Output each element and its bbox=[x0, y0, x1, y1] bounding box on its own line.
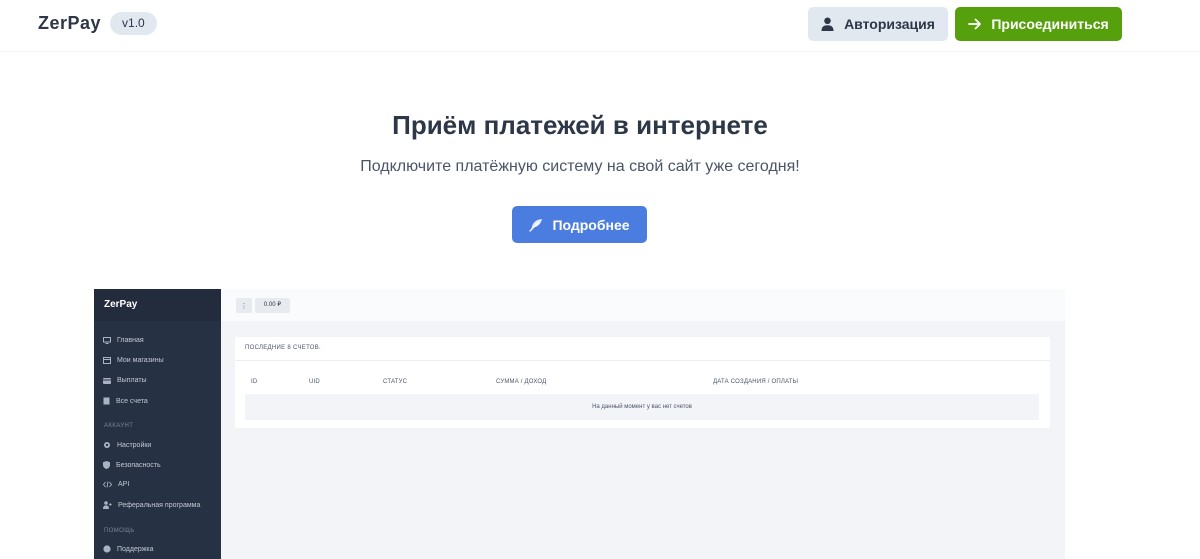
hero-title: Приём платежей в интернете bbox=[392, 110, 768, 140]
user-icon bbox=[821, 17, 834, 31]
preview-nav-label: Реферальная программа bbox=[118, 501, 201, 509]
preview-invoices-card: ПОСЛЕДНИЕ 8 СЧЕТОВ. ID UID СТАТУС СУММА … bbox=[235, 337, 1050, 428]
preview-column-header: UID bbox=[309, 379, 320, 385]
preview-card-title: ПОСЛЕДНИЕ 8 СЧЕТОВ. bbox=[245, 345, 322, 351]
hero-subtitle: Подключите платёжную систему на свой сай… bbox=[360, 158, 800, 175]
preview-nav-label: Все счета bbox=[116, 397, 148, 405]
preview-nav-label: API bbox=[118, 481, 130, 488]
preview-menu-button: ⋮ bbox=[236, 298, 252, 313]
preview-nav-settings: Настройки bbox=[103, 441, 151, 449]
preview-column-header: СУММА / ДОХОД bbox=[496, 379, 547, 385]
gear-icon bbox=[104, 442, 110, 448]
preview-nav-label: Поддержка bbox=[117, 545, 154, 553]
preview-nav-home: Главная bbox=[103, 337, 144, 344]
feather-icon bbox=[529, 218, 543, 232]
join-button-label: Присоединиться bbox=[991, 16, 1109, 32]
top-header: ZerPay v1.0 Авторизация Присоединиться bbox=[0, 0, 1200, 52]
preview-column-header: ДАТА СОЗДАНИЯ / ОПЛАТЫ bbox=[713, 379, 799, 385]
preview-column-header: ID bbox=[251, 379, 258, 385]
preview-nav-stores: Мои магазины bbox=[103, 357, 164, 364]
code-icon bbox=[103, 481, 112, 488]
more-button[interactable]: Подробнее bbox=[512, 206, 647, 243]
shield-icon bbox=[103, 461, 110, 469]
preview-sidebar: ZerPay Главная Мои магазины Выплаты Все … bbox=[94, 289, 221, 559]
preview-nav-referral: Реферальная программа bbox=[103, 501, 200, 509]
preview-balance: 0.00 ₽ bbox=[255, 298, 290, 313]
brand-name[interactable]: ZerPay bbox=[38, 13, 101, 34]
preview-logo: ZerPay bbox=[94, 289, 221, 321]
login-button[interactable]: Авторизация bbox=[808, 7, 948, 41]
preview-nav-api: API bbox=[103, 481, 129, 488]
more-button-label: Подробнее bbox=[552, 216, 630, 233]
version-badge: v1.0 bbox=[110, 12, 157, 35]
monitor-icon bbox=[103, 337, 111, 344]
preview-nav-support: Поддержка bbox=[103, 545, 154, 553]
preview-nav-label: Настройки bbox=[117, 441, 152, 449]
preview-nav-label: Выплаты bbox=[117, 377, 147, 384]
preview-section-help: ПОМОЩЬ bbox=[104, 528, 135, 534]
preview-nav-payouts: Выплаты bbox=[103, 377, 147, 384]
preview-column-header: СТАТУС bbox=[383, 379, 408, 385]
preview-topbar: ⋮ 0.00 ₽ bbox=[221, 289, 1065, 321]
document-icon bbox=[103, 397, 110, 405]
card-icon bbox=[103, 377, 111, 384]
preview-card-divider bbox=[235, 360, 1050, 361]
dashboard-preview: ZerPay Главная Мои магазины Выплаты Все … bbox=[94, 289, 1065, 559]
login-button-label: Авторизация bbox=[844, 16, 935, 32]
preview-nav-label: Мои магазины bbox=[117, 357, 164, 364]
preview-section-account: АККАУНТ bbox=[104, 423, 134, 429]
arrow-right-icon bbox=[968, 18, 982, 30]
preview-nav-security: Безопасность bbox=[103, 461, 161, 469]
store-icon bbox=[103, 357, 111, 364]
preview-empty-state: На данный момент у вас нет счетов bbox=[245, 394, 1039, 420]
brand[interactable]: ZerPay v1.0 bbox=[38, 12, 157, 35]
preview-nav-label: Главная bbox=[117, 337, 144, 344]
preview-nav-label: Безопасность bbox=[116, 461, 161, 469]
preview-nav-invoices: Все счета bbox=[103, 397, 148, 405]
support-icon bbox=[103, 545, 111, 553]
join-button[interactable]: Присоединиться bbox=[955, 7, 1122, 41]
user-plus-icon bbox=[103, 501, 112, 509]
